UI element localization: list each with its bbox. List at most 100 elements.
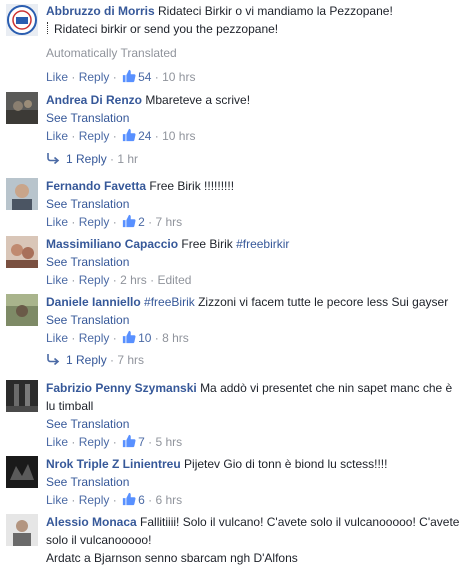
thumbs-up-icon (122, 69, 136, 83)
reply-link[interactable]: Reply (79, 70, 110, 84)
replies-count[interactable]: 1 Reply (66, 152, 107, 166)
separator: · (154, 70, 159, 84)
comment-author[interactable]: Nrok Triple Z Linientreu (46, 457, 181, 471)
separator: · (71, 129, 76, 143)
avatar[interactable] (6, 514, 38, 546)
separator: · (150, 273, 155, 287)
separator: · (148, 215, 153, 229)
thumbs-up-icon (122, 434, 136, 448)
like-link[interactable]: Like (46, 435, 68, 449)
hashtag-link[interactable]: #freebirkir (236, 237, 289, 251)
timestamp[interactable]: 8 hrs (162, 331, 189, 345)
separator: · (148, 435, 153, 449)
separator: · (112, 215, 117, 229)
separator: · (71, 273, 76, 287)
avatar[interactable] (6, 236, 38, 268)
comment-text: Free Birik (181, 237, 233, 251)
reply-link[interactable]: Reply (79, 331, 110, 345)
avatar[interactable] (6, 456, 38, 488)
comment-text: Pijetev Gio di tonn è biond lu sctess!!!… (184, 457, 388, 471)
reply-arrow-icon (46, 152, 60, 164)
auto-translated-label: Automatically Translated (46, 46, 177, 60)
comment-author[interactable]: Fabrizio Penny Szymanski (46, 381, 197, 395)
separator: · (154, 129, 159, 143)
comment-text: Free Birik !!!!!!!!! (149, 179, 235, 193)
like-count[interactable]: 2 (138, 215, 145, 229)
see-translation-link[interactable]: See Translation (46, 109, 462, 127)
like-link[interactable]: Like (46, 331, 68, 345)
separator: · (112, 70, 117, 84)
comment-author[interactable]: Abbruzzo di Morris (46, 4, 155, 18)
see-translation-link[interactable]: See Translation (46, 253, 462, 271)
reply-link[interactable]: Reply (79, 129, 110, 143)
reply-link[interactable]: Reply (79, 435, 110, 449)
comment-author[interactable]: Fernando Favetta (46, 179, 146, 193)
avatar[interactable] (6, 92, 38, 124)
view-replies-link[interactable]: 1 Reply · 1 hr (46, 150, 138, 168)
separator: · (71, 493, 76, 507)
separator: · (71, 70, 76, 84)
page-logo-icon (6, 4, 38, 36)
separator: · (112, 493, 117, 507)
separator: · (71, 215, 76, 229)
avatar[interactable] (6, 294, 38, 326)
avatar[interactable] (6, 178, 38, 210)
like-link[interactable]: Like (46, 493, 68, 507)
like-count[interactable]: 54 (138, 70, 151, 84)
avatar[interactable] (6, 380, 38, 412)
like-count[interactable]: 6 (138, 493, 145, 507)
comment-author[interactable]: Massimiliano Capaccio (46, 237, 178, 251)
reply-link[interactable]: Reply (79, 493, 110, 507)
comment-author[interactable]: Andrea Di Renzo (46, 93, 142, 107)
timestamp[interactable]: 10 hrs (162, 129, 195, 143)
separator: · (71, 331, 76, 345)
comment-author[interactable]: Alessio Monaca (46, 515, 137, 529)
thumbs-up-icon (122, 128, 136, 142)
separator: · (154, 331, 159, 345)
comment-author[interactable]: Daniele Ianniello (46, 295, 141, 309)
like-link[interactable]: Like (46, 70, 68, 84)
reply-link[interactable]: Reply (79, 273, 110, 287)
edited-label[interactable]: Edited (157, 273, 191, 287)
text-cursor (47, 22, 49, 34)
separator: · (112, 129, 117, 143)
like-count[interactable]: 7 (138, 435, 145, 449)
avatar[interactable] (6, 4, 38, 36)
like-count[interactable]: 10 (138, 331, 151, 345)
thumbs-up-icon (122, 330, 136, 344)
separator: · (148, 493, 153, 507)
comment-text: Zizzoni vi facem tutte le pecore less Su… (198, 295, 449, 309)
comment-text-line: Ardatc a Bjarnson senno sbarcam ngh D'Al… (46, 551, 298, 565)
separator: · (112, 273, 117, 287)
separator: · (112, 435, 117, 449)
timestamp[interactable]: 6 hrs (155, 493, 182, 507)
separator: · (110, 353, 115, 367)
timestamp[interactable]: 2 hrs (120, 273, 147, 287)
separator: · (110, 152, 115, 166)
timestamp: 1 hr (117, 152, 139, 166)
replies-count[interactable]: 1 Reply (66, 353, 107, 367)
like-link[interactable]: Like (46, 215, 68, 229)
timestamp[interactable]: 7 hrs (155, 215, 182, 229)
like-link[interactable]: Like (46, 273, 68, 287)
separator: · (71, 435, 76, 449)
see-translation-link[interactable]: See Translation (46, 415, 462, 433)
timestamp[interactable]: 5 hrs (155, 435, 182, 449)
hashtag-link[interactable]: #freeBirik (144, 295, 195, 309)
thumbs-up-icon (122, 214, 136, 228)
reply-arrow-icon (46, 353, 60, 365)
like-link[interactable]: Like (46, 129, 68, 143)
comment-text: Ridateci Birkir o vi mandiamo la Pezzopa… (158, 4, 393, 18)
translated-text: Ridateci birkir or send you the pezzopan… (54, 22, 279, 36)
see-translation-link[interactable]: See Translation (46, 473, 462, 491)
reply-link[interactable]: Reply (79, 215, 110, 229)
like-count[interactable]: 24 (138, 129, 151, 143)
view-replies-link[interactable]: 1 Reply · 7 hrs (46, 351, 144, 369)
timestamp: 7 hrs (117, 353, 145, 367)
separator: · (112, 331, 117, 345)
see-translation-link[interactable]: See Translation (46, 311, 462, 329)
see-translation-link[interactable]: See Translation (46, 195, 462, 213)
thumbs-up-icon (122, 492, 136, 506)
timestamp[interactable]: 10 hrs (162, 70, 195, 84)
comment-text: Mbareteve a scrive! (145, 93, 251, 107)
